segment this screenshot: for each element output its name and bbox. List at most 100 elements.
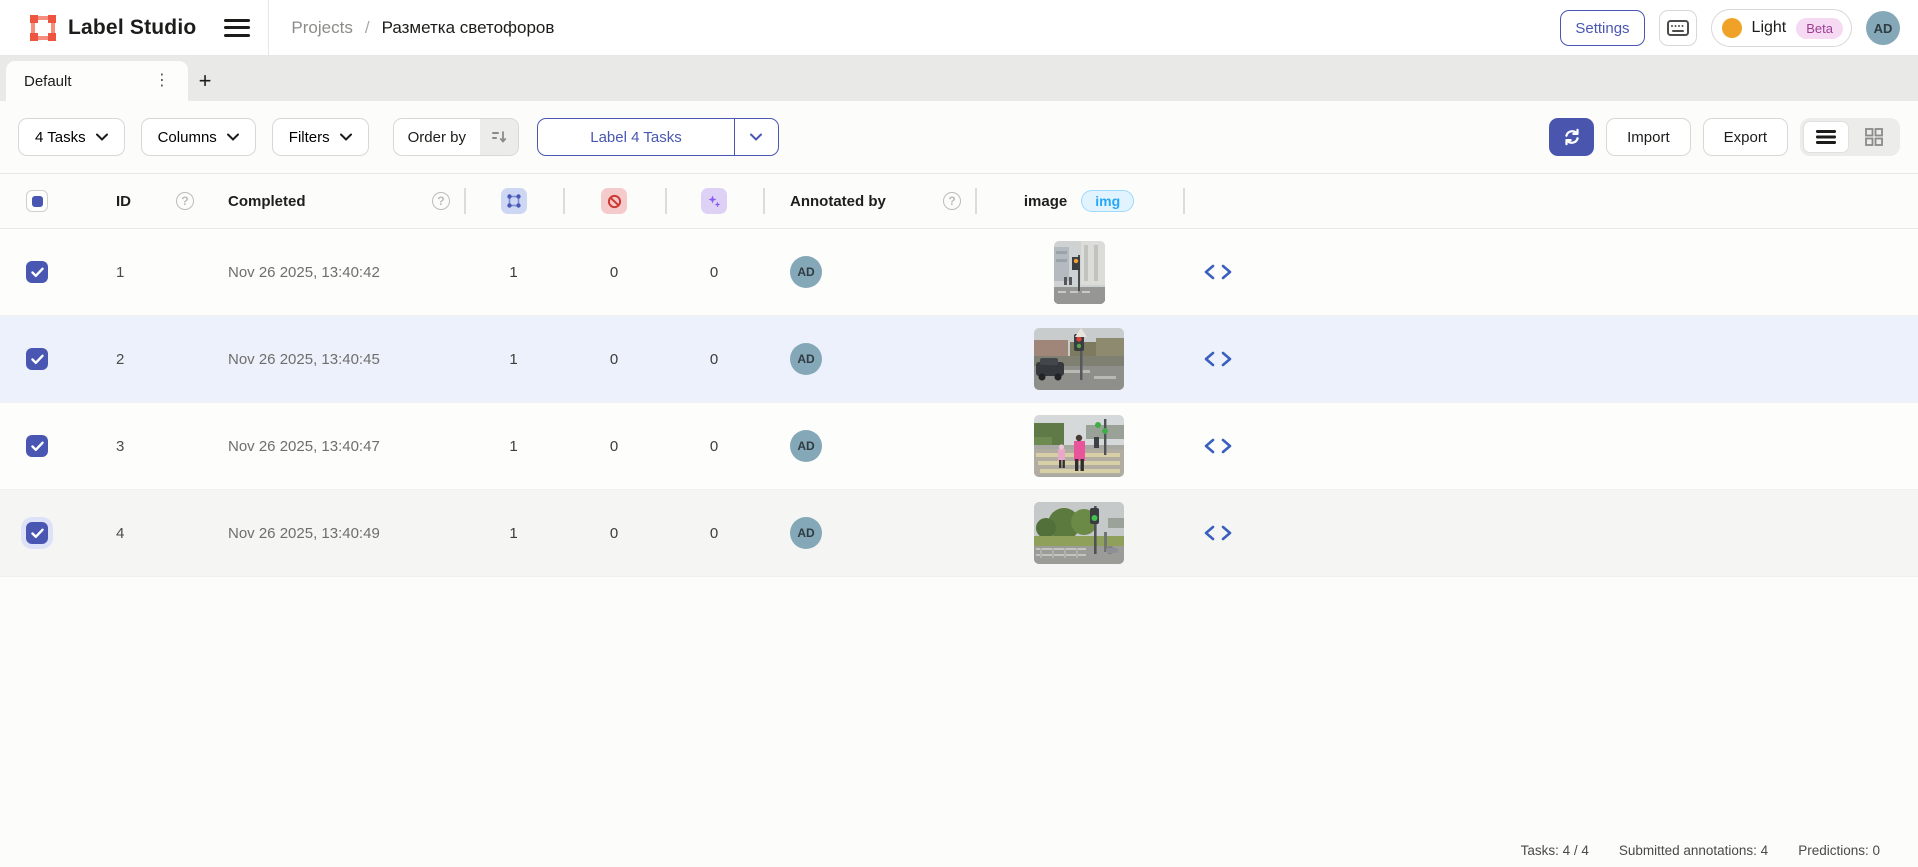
import-button[interactable]: Import	[1606, 118, 1691, 156]
source-code-icon[interactable]	[1203, 525, 1233, 541]
column-header-id[interactable]: ID	[116, 193, 131, 210]
view-toggle	[1800, 118, 1900, 156]
task-thumbnail[interactable]	[1034, 328, 1124, 390]
refresh-button[interactable]	[1549, 118, 1594, 156]
list-view-button[interactable]	[1803, 121, 1849, 153]
submitted-annotations-stat: Submitted annotations: 4	[1619, 843, 1768, 858]
task-thumbnail[interactable]	[1034, 415, 1124, 477]
table-row[interactable]: 3 Nov 26 2025, 13:40:47 1 0 0 AD	[0, 403, 1918, 490]
row-checkbox[interactable]	[26, 435, 48, 457]
columns-label: Columns	[158, 129, 217, 146]
source-code-icon[interactable]	[1203, 351, 1233, 367]
settings-button[interactable]: Settings	[1560, 10, 1644, 46]
tasks-stat: Tasks: 4 / 4	[1521, 843, 1589, 858]
row-checkbox[interactable]	[26, 348, 48, 370]
row-checkbox[interactable]	[26, 522, 48, 544]
source-code-icon[interactable]	[1203, 438, 1233, 454]
cancelled-annotations-column-icon[interactable]	[601, 188, 627, 214]
select-all-checkbox[interactable]	[26, 190, 48, 212]
annotator-avatar: AD	[790, 343, 822, 375]
theme-label: Light	[1752, 19, 1787, 37]
tab-options-icon[interactable]: ⋮	[150, 71, 174, 91]
cancelled-count: 0	[563, 229, 665, 315]
tab-label: Default	[24, 73, 72, 90]
predictions-count: 0	[665, 490, 763, 576]
toolbar: 4 Tasks Columns Filters Order by Label 4…	[0, 101, 1918, 173]
annotator-avatar: AD	[790, 430, 822, 462]
task-thumbnail[interactable]	[1034, 502, 1124, 564]
task-id: 2	[90, 316, 208, 402]
label-tasks-caret[interactable]	[734, 119, 778, 155]
sort-icon[interactable]	[480, 119, 518, 155]
order-by-label: Order by	[394, 119, 480, 155]
predictions-count: 0	[665, 403, 763, 489]
export-button[interactable]: Export	[1703, 118, 1788, 156]
chevron-down-icon	[227, 133, 239, 141]
task-id: 3	[90, 403, 208, 489]
top-bar: Label Studio Projects / Разметка светофо…	[0, 0, 1918, 56]
help-icon[interactable]: ?	[176, 192, 194, 210]
task-completed: Nov 26 2025, 13:40:42	[208, 229, 464, 315]
grid-icon	[1865, 128, 1883, 146]
divider	[268, 0, 269, 56]
table-header: ID ? Completed ? An	[0, 173, 1918, 229]
chevron-down-icon	[340, 133, 352, 141]
annotations-count: 1	[464, 490, 563, 576]
task-list: 1 Nov 26 2025, 13:40:42 1 0 0 AD	[0, 229, 1918, 577]
annotator-avatar: AD	[790, 517, 822, 549]
app-title: Label Studio	[68, 16, 196, 40]
app-logo[interactable]: Label Studio	[0, 15, 196, 41]
column-header-completed[interactable]: Completed	[228, 193, 306, 210]
source-code-icon[interactable]	[1203, 264, 1233, 280]
grid-view-button[interactable]	[1851, 121, 1897, 153]
table-row[interactable]: 4 Nov 26 2025, 13:40:49 1 0 0 AD	[0, 490, 1918, 577]
task-thumbnail[interactable]	[1054, 241, 1105, 304]
status-bar: Tasks: 4 / 4 Submitted annotations: 4 Pr…	[1521, 843, 1880, 858]
column-header-image[interactable]: image	[1024, 193, 1067, 210]
theme-toggle[interactable]: Light Beta	[1711, 9, 1852, 47]
label-tasks-split-button: Label 4 Tasks	[537, 118, 779, 156]
filters-dropdown[interactable]: Filters	[272, 118, 369, 156]
menu-icon[interactable]	[224, 18, 250, 38]
task-id: 1	[90, 229, 208, 315]
keyboard-shortcuts-button[interactable]	[1659, 10, 1697, 46]
help-icon[interactable]: ?	[432, 192, 450, 210]
user-avatar[interactable]: AD	[1866, 11, 1900, 45]
column-header-annotated-by[interactable]: Annotated by	[790, 193, 886, 210]
label-studio-logo-icon	[30, 15, 56, 41]
chevron-down-icon	[750, 133, 762, 141]
order-by-button[interactable]: Order by	[393, 118, 519, 156]
chevron-down-icon	[96, 133, 108, 141]
breadcrumb-separator: /	[365, 18, 370, 38]
img-type-badge[interactable]: img	[1081, 190, 1134, 212]
tab-default[interactable]: Default ⋮	[6, 61, 188, 101]
annotations-count-column-icon[interactable]	[501, 188, 527, 214]
row-checkbox[interactable]	[26, 261, 48, 283]
help-icon[interactable]: ?	[943, 192, 961, 210]
breadcrumb: Projects / Разметка светофоров	[291, 18, 554, 38]
predictions-count: 0	[665, 316, 763, 402]
predictions-column-icon[interactable]	[701, 188, 727, 214]
table-row[interactable]: 2 Nov 26 2025, 13:40:45 1 0 0 AD	[0, 316, 1918, 403]
beta-badge: Beta	[1796, 18, 1843, 39]
annotations-count: 1	[464, 403, 563, 489]
predictions-stat: Predictions: 0	[1798, 843, 1880, 858]
breadcrumb-projects-link[interactable]: Projects	[291, 18, 352, 38]
cancelled-count: 0	[563, 403, 665, 489]
tasks-count-dropdown[interactable]: 4 Tasks	[18, 118, 125, 156]
task-completed: Nov 26 2025, 13:40:45	[208, 316, 464, 402]
keyboard-icon	[1667, 20, 1689, 36]
theme-sun-icon	[1722, 18, 1742, 38]
tasks-count-label: 4 Tasks	[35, 129, 86, 146]
columns-dropdown[interactable]: Columns	[141, 118, 256, 156]
label-tasks-button[interactable]: Label 4 Tasks	[538, 119, 734, 155]
predictions-count: 0	[665, 229, 763, 315]
filters-label: Filters	[289, 129, 330, 146]
table-row[interactable]: 1 Nov 26 2025, 13:40:42 1 0 0 AD	[0, 229, 1918, 316]
annotator-avatar: AD	[790, 256, 822, 288]
cancelled-count: 0	[563, 490, 665, 576]
tab-strip: Default ⋮ +	[0, 56, 1918, 101]
cancelled-count: 0	[563, 316, 665, 402]
add-tab-button[interactable]: +	[188, 61, 222, 101]
task-completed: Nov 26 2025, 13:40:49	[208, 490, 464, 576]
